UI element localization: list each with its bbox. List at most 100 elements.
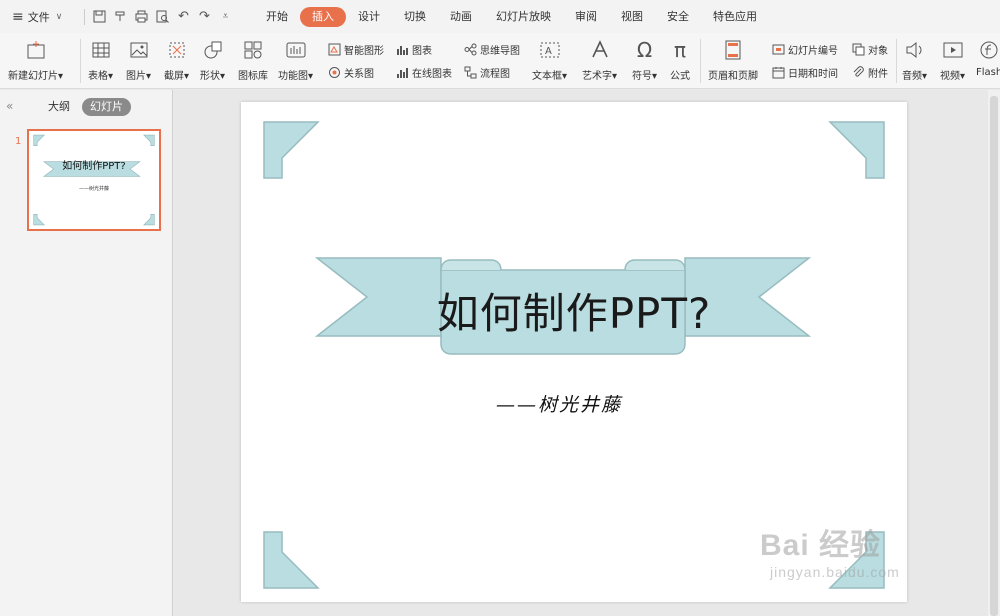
date-time-button[interactable]: 日期和时间: [772, 65, 838, 80]
video-icon: [943, 42, 963, 58]
print-icon[interactable]: [131, 6, 152, 28]
slide-subtitle[interactable]: ——树光井藤: [496, 390, 622, 417]
smart-shape-button[interactable]: 智能图形: [328, 42, 384, 57]
ribbon-tabs: 开始 插入 设计 切换 动画 幻灯片放映 审阅 视图 安全 特色应用: [254, 6, 769, 27]
mind-map-label: 思维导图: [480, 46, 520, 57]
table-icon: [92, 42, 110, 58]
tab-transitions[interactable]: 切换: [392, 7, 438, 27]
tab-security[interactable]: 安全: [655, 7, 701, 27]
flash-button[interactable]: Flash: [976, 33, 1000, 78]
redo-icon[interactable]: ↷: [194, 6, 215, 28]
header-footer-icon: [725, 40, 741, 60]
symbol-label: 符号: [632, 71, 652, 82]
text-box-button[interactable]: A 文本框▾: [532, 33, 567, 82]
slide-thumbnail-title: 如何制作PPT?: [62, 161, 126, 172]
art-text-icon: [591, 40, 608, 58]
relation-chart-icon: [329, 67, 340, 78]
picture-icon: [130, 42, 148, 58]
audio-button[interactable]: 音频▾: [902, 33, 927, 82]
smart-shape-label: 智能图形: [344, 46, 384, 57]
vertical-scrollbar[interactable]: [988, 90, 1000, 616]
slide-number-button[interactable]: 幻灯片编号: [772, 42, 838, 57]
omega-icon: Ω: [636, 38, 653, 62]
audio-label: 音频: [902, 71, 922, 82]
tab-view[interactable]: 视图: [609, 7, 655, 27]
chart-button[interactable]: 图表: [396, 42, 432, 57]
divider: [84, 8, 85, 25]
file-menu-button[interactable]: ≡ 文件 ∨: [0, 0, 80, 33]
function-chart-icon: [286, 42, 306, 58]
corner-ornament-bottom-left: [263, 531, 320, 589]
online-chart-icon: [397, 68, 408, 78]
print-preview-icon[interactable]: [152, 6, 173, 28]
screenshot-label: 截屏: [164, 71, 184, 82]
watermark-url: jingyan.baidu.com: [770, 564, 900, 580]
collapse-panel-icon[interactable]: «: [6, 99, 13, 113]
attachment-label: 附件: [868, 69, 888, 80]
pi-icon: π: [673, 38, 687, 62]
paperclip-icon: [853, 66, 864, 77]
picture-label: 图片: [126, 71, 146, 82]
format-painter-icon[interactable]: [110, 6, 131, 28]
flow-chart-icon: [464, 66, 477, 79]
tab-design[interactable]: 设计: [346, 7, 392, 27]
tab-outline[interactable]: 大纲: [40, 98, 78, 116]
object-button[interactable]: 对象: [852, 42, 888, 57]
hamburger-icon: ≡: [12, 8, 24, 25]
header-footer-button[interactable]: 页眉和页脚: [708, 33, 758, 82]
art-text-label: 艺术字: [582, 71, 612, 82]
tab-slideshow[interactable]: 幻灯片放映: [484, 7, 563, 27]
tab-special-apps[interactable]: 特色应用: [701, 7, 769, 27]
slide-number-icon: [772, 44, 785, 55]
tab-review[interactable]: 审阅: [563, 7, 609, 27]
shape-icon: [204, 41, 222, 59]
picture-button[interactable]: 图片▾: [126, 33, 151, 82]
online-chart-label: 在线图表: [412, 69, 452, 80]
flash-label: Flash: [976, 67, 1000, 78]
tab-insert[interactable]: 插入: [300, 6, 346, 27]
art-text-button[interactable]: 艺术字▾: [582, 33, 617, 82]
screenshot-icon: [169, 42, 185, 58]
tab-animations[interactable]: 动画: [438, 7, 484, 27]
screenshot-button[interactable]: 截屏▾: [164, 33, 189, 82]
icon-library-button[interactable]: 图标库: [238, 33, 268, 82]
table-button[interactable]: 表格▾: [88, 33, 113, 82]
tab-slides[interactable]: 幻灯片: [82, 98, 131, 116]
table-label: 表格: [88, 71, 108, 82]
relation-chart-button[interactable]: 关系图: [328, 65, 374, 80]
save-icon[interactable]: [89, 6, 110, 28]
shape-label: 形状: [200, 71, 220, 82]
new-slide-button[interactable]: 新建幻灯片▾: [8, 33, 63, 82]
header-footer-label: 页眉和页脚: [708, 71, 758, 82]
function-chart-button[interactable]: 功能图▾: [278, 33, 313, 82]
menu-bar: ≡ 文件 ∨ ↶ ↷ ⩡ 开始 插入 设计 切换 动画 幻灯片放映 审阅 视图 …: [0, 0, 1000, 33]
object-icon: [852, 43, 865, 56]
function-chart-label: 功能图: [278, 71, 308, 82]
new-slide-icon: [27, 41, 45, 59]
icon-library-icon: [244, 41, 262, 59]
formula-button[interactable]: π 公式: [670, 33, 690, 82]
scrollbar-thumb[interactable]: [990, 96, 998, 616]
flow-chart-button[interactable]: 流程图: [464, 65, 510, 80]
slide-number-label: 幻灯片编号: [788, 46, 838, 57]
attachment-button[interactable]: 附件: [852, 65, 888, 80]
slide-thumbnail-subtitle: ——树光井藤: [78, 186, 109, 192]
symbol-button[interactable]: Ω 符号▾: [632, 33, 657, 82]
online-chart-button[interactable]: 在线图表: [396, 65, 452, 80]
video-label: 视频: [940, 71, 960, 82]
chart-icon: [397, 46, 408, 55]
mind-map-button[interactable]: 思维导图: [464, 42, 520, 57]
undo-icon[interactable]: ↶: [173, 6, 194, 28]
quick-access-toolbar: ↶ ↷ ⩡: [89, 6, 236, 28]
tab-home[interactable]: 开始: [254, 7, 300, 27]
relation-chart-label: 关系图: [344, 69, 374, 80]
slide-thumbnail[interactable]: 如何制作PPT? ——树光井藤: [27, 129, 161, 231]
video-button[interactable]: 视频▾: [940, 33, 965, 82]
shape-button[interactable]: 形状▾: [200, 33, 225, 82]
slide-title[interactable]: 如何制作PPT?: [241, 280, 907, 341]
formula-label: 公式: [670, 71, 690, 82]
flow-chart-label: 流程图: [480, 69, 510, 80]
customize-toolbar-icon[interactable]: ⩡: [215, 6, 236, 28]
slides-panel: « 大纲 幻灯片 1 如何制作PPT? ——树光井藤: [0, 90, 173, 616]
text-box-icon: A: [540, 42, 560, 58]
